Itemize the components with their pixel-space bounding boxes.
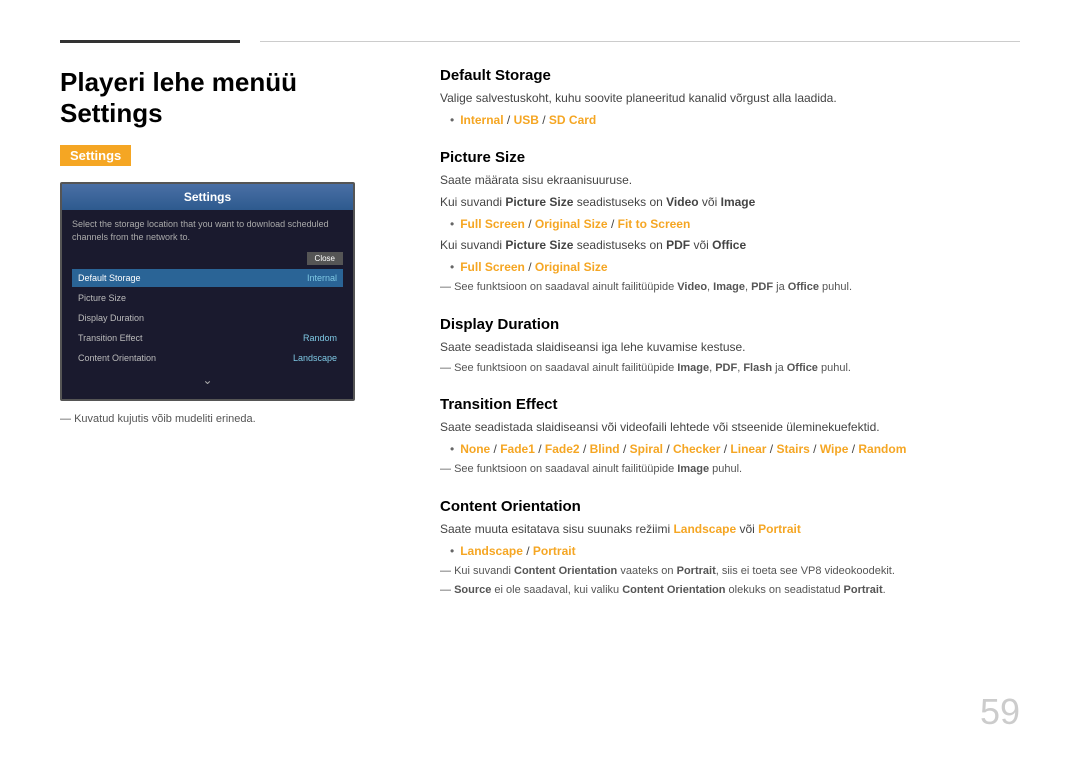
mockup-row-display-duration[interactable]: Display Duration [72, 309, 343, 327]
left-column: Playeri lehe menüü Settings Settings Set… [60, 67, 400, 619]
option-fittoscreen: Fit to Screen [618, 217, 691, 231]
mockup-row-value-4: Landscape [293, 353, 337, 363]
mockup-row-value-0: Internal [307, 273, 337, 283]
bullet-content-orientation: • Landscape / Portrait [450, 542, 1020, 560]
bullet-dot: • [450, 440, 454, 458]
section-title-picture-size: Picture Size [440, 149, 1020, 166]
mockup-row-label-0: Default Storage [78, 273, 141, 283]
mockup-close-row: Close [72, 252, 343, 265]
note-transition-effect: See funktsioon on saadaval ainult failit… [440, 461, 1020, 478]
section-transition-effect: Transition Effect Saate seadistada slaid… [440, 396, 1020, 478]
section-text-content-orientation: Saate muuta esitatava sisu suunaks režii… [440, 520, 1020, 538]
mockup-row-value-3: Random [303, 333, 337, 343]
option-fullscreen-2: Full Screen [460, 260, 525, 274]
option-internal: Internal [460, 113, 503, 127]
top-decorative-lines [60, 40, 1020, 43]
bullet-dot: • [450, 111, 454, 129]
section-display-duration: Display Duration Saate seadistada slaidi… [440, 316, 1020, 377]
right-column: Default Storage Valige salvestuskoht, ku… [440, 67, 1020, 619]
mockup-row-transition-effect[interactable]: Transition Effect Random [72, 329, 343, 347]
section-picture-size: Picture Size Saate määrata sisu ekraanis… [440, 149, 1020, 296]
mockup-note: Kuvatud kujutis võib mudeliti erineda. [60, 413, 400, 425]
mockup-row-default-storage[interactable]: Default Storage Internal [72, 269, 343, 287]
mockup-row-picture-size[interactable]: Picture Size [72, 289, 343, 307]
section-text-picture-size-1: Saate määrata sisu ekraanisuuruse. [440, 171, 1020, 189]
page-title: Playeri lehe menüü Settings [60, 67, 400, 129]
option-fullscreen: Full Screen [460, 217, 525, 231]
top-line-light [260, 41, 1020, 42]
mockup-body: Select the storage location that you wan… [62, 210, 353, 398]
option-originalsize-2: Original Size [535, 260, 608, 274]
section-default-storage: Default Storage Valige salvestuskoht, ku… [440, 67, 1020, 129]
option-sdcard: SD Card [549, 113, 596, 127]
section-content-orientation: Content Orientation Saate muuta esitatav… [440, 498, 1020, 599]
section-text-picture-size-3: Kui suvandi Picture Size seadistuseks on… [440, 236, 1020, 254]
option-originalsize: Original Size [535, 217, 608, 231]
mockup-chevron: ⌄ [72, 369, 343, 391]
bullet-dot: • [450, 215, 454, 233]
settings-mockup: Settings Select the storage location tha… [60, 182, 355, 400]
bullet-text: Internal / USB / SD Card [460, 111, 596, 129]
section-text-display-duration: Saate seadistada slaidiseansi iga lehe k… [440, 338, 1020, 356]
mockup-close-button[interactable]: Close [307, 252, 343, 265]
section-text-default-storage: Valige salvestuskoht, kuhu soovite plane… [440, 89, 1020, 107]
note-picture-size: See funktsioon on saadaval ainult failit… [440, 279, 1020, 296]
main-layout: Playeri lehe menüü Settings Settings Set… [60, 67, 1020, 619]
section-title-default-storage: Default Storage [440, 67, 1020, 84]
top-line-dark [60, 40, 240, 43]
bullet-dot: • [450, 542, 454, 560]
mockup-row-label-1: Picture Size [78, 293, 126, 303]
section-text-picture-size-2: Kui suvandi Picture Size seadistuseks on… [440, 193, 1020, 211]
mockup-header: Settings [62, 184, 353, 210]
section-title-content-orientation: Content Orientation [440, 498, 1020, 515]
bullet-picture-size-video: • Full Screen / Original Size / Fit to S… [450, 215, 1020, 233]
page-container: Playeri lehe menüü Settings Settings Set… [0, 0, 1080, 763]
mockup-row-label-3: Transition Effect [78, 333, 143, 343]
mockup-row-label-2: Display Duration [78, 313, 144, 323]
section-text-transition-effect: Saate seadistada slaidiseansi või videof… [440, 418, 1020, 436]
settings-badge: Settings [60, 145, 131, 166]
mockup-description: Select the storage location that you wan… [72, 218, 343, 243]
note-display-duration: See funktsioon on saadaval ainult failit… [440, 360, 1020, 377]
mockup-row-label-4: Content Orientation [78, 353, 156, 363]
note-content-orientation-1: Kui suvandi Content Orientation vaateks … [440, 563, 1020, 580]
bullet-picture-size-pdf: • Full Screen / Original Size [450, 258, 1020, 276]
option-usb: USB [514, 113, 539, 127]
page-number: 59 [980, 691, 1020, 733]
bullet-transition-effect: • None / Fade1 / Fade2 / Blind / Spiral … [450, 440, 1020, 458]
bullet-dot: • [450, 258, 454, 276]
section-title-transition-effect: Transition Effect [440, 396, 1020, 413]
bullet-default-storage: • Internal / USB / SD Card [450, 111, 1020, 129]
note-content-orientation-2: Source ei ole saadaval, kui valiku Conte… [440, 582, 1020, 599]
mockup-row-content-orientation[interactable]: Content Orientation Landscape [72, 349, 343, 367]
section-title-display-duration: Display Duration [440, 316, 1020, 333]
